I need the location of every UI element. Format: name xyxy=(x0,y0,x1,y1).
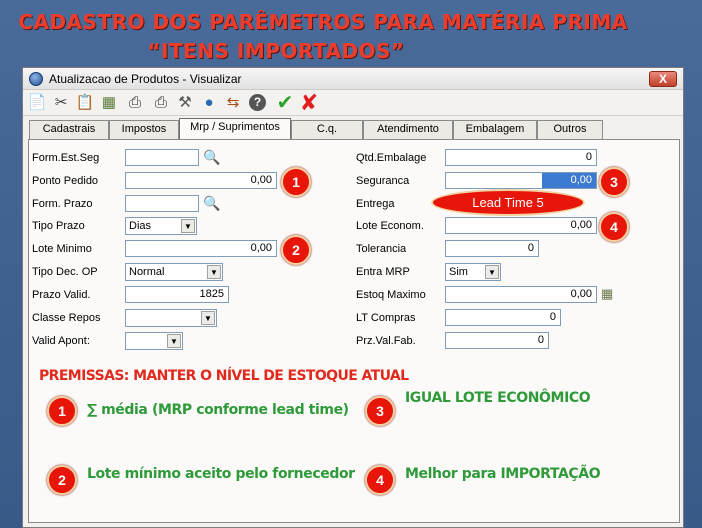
chevron-down-icon[interactable]: ▼ xyxy=(485,265,499,279)
lt-compras-label: LT Compras xyxy=(356,312,416,324)
qtd-embalage-input[interactable]: 0 xyxy=(445,149,597,166)
tipo-prazo-select[interactable]: Dias ▼ xyxy=(125,217,197,235)
note-4: Melhor para IMPORTAÇÃO xyxy=(405,466,601,482)
note-1: ∑ média (MRP conforme lead time) xyxy=(87,402,349,418)
classe-repos-label: Classe Repos xyxy=(32,312,101,324)
lote-minimo-label: Lote Minimo xyxy=(32,243,92,255)
chevron-down-icon[interactable]: ▼ xyxy=(201,311,215,325)
document-icon[interactable]: 📄 xyxy=(27,93,47,113)
seguranca-value: 0,00 xyxy=(542,173,596,188)
ponto-pedido-input[interactable]: 0,00 xyxy=(125,172,277,189)
seguranca-label: Seguranca xyxy=(356,175,410,187)
callout-badge-3: 3 xyxy=(599,167,629,197)
prz-val-fab-label: Prz.Val.Fab. xyxy=(356,335,416,347)
tools-icon[interactable]: ⚒ xyxy=(175,93,195,113)
lt-compras-input[interactable]: 0 xyxy=(445,309,561,326)
callout-badge-2: 2 xyxy=(281,235,311,265)
valid-apont-select[interactable]: ▼ xyxy=(125,332,183,350)
valid-apont-label: Valid Apont: xyxy=(32,335,90,347)
tab-cadastrais[interactable]: Cadastrais xyxy=(29,120,109,139)
slide-background: CADASTRO DOS PARÊMETROS PARA MATÉRIA PRI… xyxy=(0,0,702,528)
lote-minimo-input[interactable]: 0,00 xyxy=(125,240,277,257)
tolerancia-label: Tolerancia xyxy=(356,243,407,255)
app-icon xyxy=(29,72,43,86)
form-est-seg-input[interactable] xyxy=(125,149,199,166)
clipboard-icon[interactable]: 📋 xyxy=(75,93,95,113)
money-icon[interactable]: ▦ xyxy=(601,287,619,301)
close-button[interactable]: X xyxy=(649,71,677,87)
tipo-dec-op-value: Normal xyxy=(129,266,165,278)
chevron-down-icon[interactable]: ▼ xyxy=(181,219,195,233)
form-prazo-label: Form. Prazo xyxy=(32,198,93,210)
chevron-down-icon[interactable]: ▼ xyxy=(207,265,221,279)
prz-val-fab-input[interactable]: 0 xyxy=(445,332,549,349)
entra-mrp-select[interactable]: Sim ▼ xyxy=(445,263,501,281)
product-window: Atualizacao de Produtos - Visualizar X 📄… xyxy=(22,67,684,528)
tipo-prazo-label: Tipo Prazo xyxy=(32,220,85,232)
form-prazo-input[interactable] xyxy=(125,195,199,212)
lote-econom-input[interactable]: 0,00 xyxy=(445,217,597,234)
entra-mrp-value: Sim xyxy=(449,266,468,278)
note-3: IGUAL LOTE ECONÔMICO xyxy=(405,390,591,406)
callout-badge-4: 4 xyxy=(599,212,629,242)
estoq-maximo-input[interactable]: 0,00 xyxy=(445,286,597,303)
tab-embalagem[interactable]: Embalagem xyxy=(453,120,537,139)
ponto-pedido-label: Ponto Pedido xyxy=(32,175,99,187)
cancel-x-icon[interactable]: ✘ xyxy=(299,92,319,114)
transfer-icon[interactable]: ⇆ xyxy=(223,93,243,113)
help-icon[interactable]: ? xyxy=(249,94,266,111)
money-icon[interactable]: ▦ xyxy=(99,93,119,113)
tab-outros[interactable]: Outros xyxy=(537,120,603,139)
printer-icon[interactable]: ⎙ xyxy=(125,93,145,113)
prazo-valid-input[interactable]: 1825 xyxy=(125,286,229,303)
tipo-dec-op-select[interactable]: Normal ▼ xyxy=(125,263,223,281)
tipo-dec-op-label: Tipo Dec. OP xyxy=(32,266,98,278)
entra-mrp-label: Entra MRP xyxy=(356,266,410,278)
lead-time-callout: Lead Time 5 xyxy=(431,189,585,216)
note-badge-4: 4 xyxy=(365,465,395,495)
mrp-panel: Form.Est.Seg 🔍 Ponto Pedido 0,00 Form. P… xyxy=(28,139,680,523)
form-est-seg-label: Form.Est.Seg xyxy=(32,152,100,164)
confirm-check-icon[interactable]: ✔ xyxy=(275,93,295,113)
qtd-embalage-label: Qtd.Embalage xyxy=(356,152,427,164)
prazo-valid-label: Prazo Valid. xyxy=(32,289,91,301)
slide-title-line1: CADASTRO DOS PARÊMETROS PARA MATÉRIA PRI… xyxy=(18,10,628,34)
note-2: Lote mínimo aceito pelo fornecedor xyxy=(87,466,355,482)
premissas-heading: PREMISSAS: MANTER O NÍVEL DE ESTOQUE ATU… xyxy=(39,368,409,384)
tab-cq[interactable]: C.q. xyxy=(291,120,363,139)
scissors-icon[interactable]: ✂ xyxy=(51,93,71,113)
tab-atendimento[interactable]: Atendimento xyxy=(363,120,453,139)
tolerancia-input[interactable]: 0 xyxy=(445,240,539,257)
seguranca-input[interactable]: 0,00 xyxy=(445,172,597,189)
lote-econom-label: Lote Econom. xyxy=(356,220,424,232)
search-icon[interactable]: 🔍 xyxy=(203,194,221,212)
slide-title-line2: “ITENS IMPORTADOS” xyxy=(147,39,405,63)
tab-impostos[interactable]: Impostos xyxy=(109,120,179,139)
note-badge-2: 2 xyxy=(47,465,77,495)
globe-icon[interactable]: ● xyxy=(199,93,219,113)
callout-badge-1: 1 xyxy=(281,167,311,197)
tab-mrp-suprimentos[interactable]: Mrp / Suprimentos xyxy=(179,118,291,139)
tipo-prazo-value: Dias xyxy=(129,220,152,232)
printer2-icon[interactable]: ⎙ xyxy=(151,93,171,113)
classe-repos-select[interactable]: ▼ xyxy=(125,309,217,327)
note-badge-3: 3 xyxy=(365,396,395,426)
search-icon[interactable]: 🔍 xyxy=(203,148,221,166)
note-badge-1: 1 xyxy=(47,396,77,426)
entrega-label: Entrega xyxy=(356,198,395,210)
window-title: Atualizacao de Produtos - Visualizar xyxy=(49,72,242,86)
window-titlebar[interactable]: Atualizacao de Produtos - Visualizar X xyxy=(23,68,683,90)
estoq-maximo-label: Estoq Maximo xyxy=(356,289,426,301)
chevron-down-icon[interactable]: ▼ xyxy=(167,334,181,348)
toolbar: 📄 ✂ 📋 ▦ ⎙ ⎙ ⚒ ● ⇆ ? ✔ ✘ xyxy=(23,90,683,116)
